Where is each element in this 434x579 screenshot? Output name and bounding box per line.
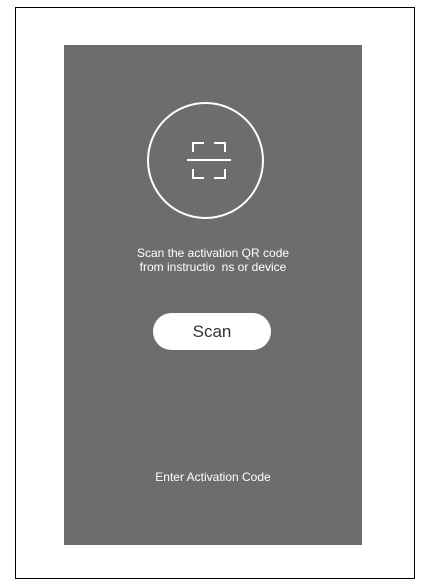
instruction-line-2: from instructio ns or device <box>139 260 287 274</box>
enter-activation-code-link[interactable]: Enter Activation Code <box>64 470 362 484</box>
qr-scan-icon <box>147 102 264 219</box>
qr-scan-glyph <box>187 142 231 179</box>
scan-instructions: Scan the activation QR code from instruc… <box>64 246 362 274</box>
scan-button[interactable]: Scan <box>153 313 271 350</box>
activation-panel: Scan the activation QR code from instruc… <box>64 45 362 545</box>
instruction-line-1: Scan the activation QR code <box>136 246 290 260</box>
